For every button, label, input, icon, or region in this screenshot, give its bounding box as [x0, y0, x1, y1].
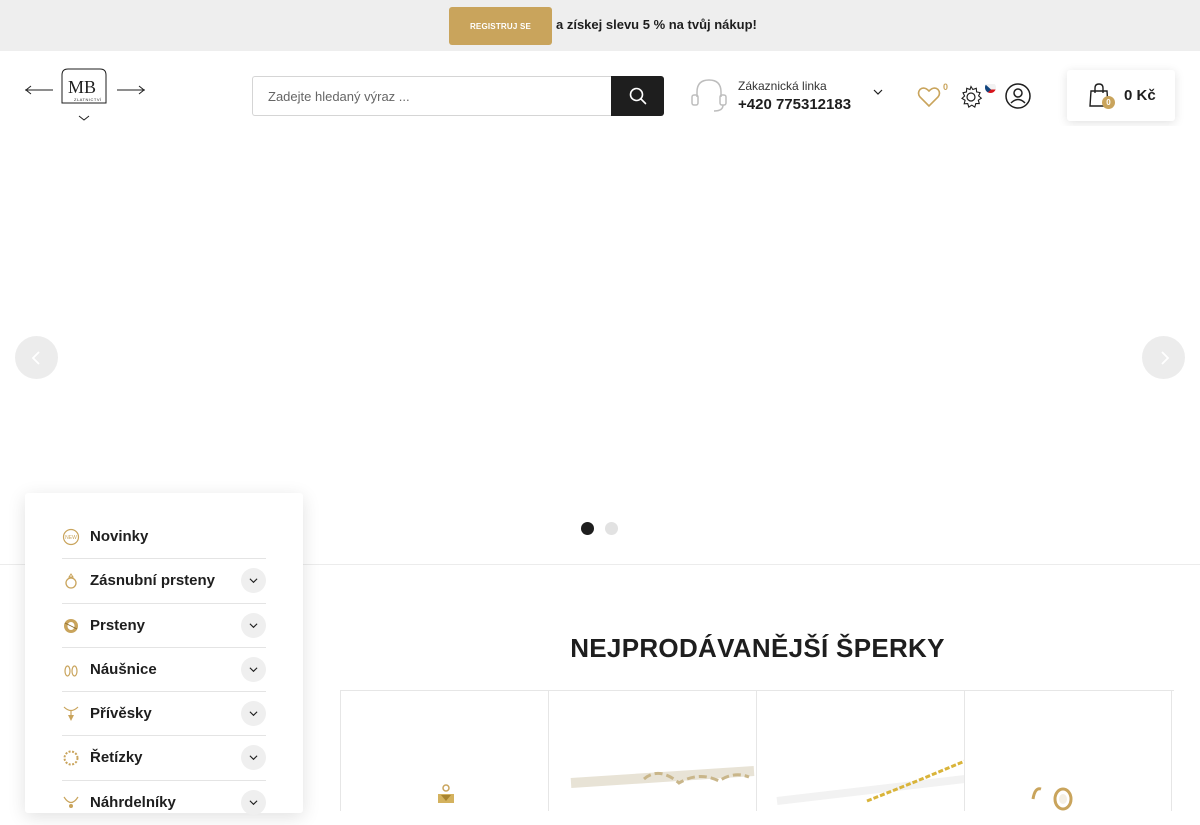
- expand-button[interactable]: [241, 701, 266, 727]
- chain-icon: [63, 750, 79, 766]
- menu-label: Přívěsky: [90, 705, 152, 723]
- new-icon: NEW: [62, 528, 80, 546]
- cart-total: 0 Kč: [1124, 87, 1156, 104]
- menu-label: Řetízky: [90, 749, 143, 767]
- menu-item-nausnice[interactable]: Náušnice: [62, 648, 266, 693]
- earrings-icon: [64, 665, 78, 677]
- chevron-down-icon: [249, 755, 258, 761]
- necklace-icon: [63, 796, 79, 808]
- chevron-down-icon: [249, 667, 258, 672]
- menu-item-prsteny[interactable]: Prsteny: [62, 604, 266, 648]
- gold-earring-image: [1031, 787, 1073, 811]
- slider-dot-2[interactable]: [605, 522, 618, 535]
- chevron-down-icon: [249, 800, 258, 805]
- promo-text: a získej slevu 5 % na tvůj nákup!: [556, 17, 757, 32]
- logo-text: MB: [68, 77, 97, 97]
- logo-subtext: ZLATNICTVÍ: [74, 97, 102, 102]
- expand-button[interactable]: [241, 612, 266, 638]
- customer-support[interactable]: Zákaznická linka +420 775312183: [690, 75, 890, 115]
- chevron-down-icon: [249, 578, 258, 584]
- product-card[interactable]: [756, 691, 965, 811]
- menu-label: Náhrdelníky: [90, 793, 176, 811]
- engagement-ring-icon: [65, 573, 77, 589]
- expand-button[interactable]: [241, 568, 266, 594]
- chevron-left-icon: [31, 350, 40, 365]
- cart-count-badge: 0: [1102, 96, 1115, 109]
- promo-bar: REGISTRUJ SE a získej slevu 5 % na tvůj …: [0, 0, 1200, 51]
- czech-flag-icon: [985, 82, 996, 93]
- menu-label: Novinky: [90, 528, 149, 545]
- menu-label: Prsteny: [90, 616, 146, 634]
- search-input[interactable]: [252, 76, 612, 116]
- menu-item-privesky[interactable]: Přívěsky: [62, 692, 266, 737]
- menu-item-retizky[interactable]: Řetízky: [62, 736, 266, 781]
- slider-dot-1[interactable]: [581, 522, 594, 535]
- white-gold-chain-image: [570, 766, 755, 788]
- chevron-down-icon: [249, 711, 258, 717]
- headset-icon: [691, 79, 727, 112]
- gold-chain-image: [776, 759, 965, 805]
- category-menu: NEW Novinky Zásnubní prsteny Prsteny Náu…: [25, 493, 303, 815]
- site-logo[interactable]: MB ZLATNICTVÍ: [25, 67, 145, 125]
- menu-item-zasnubni-prsteny[interactable]: Zásnubní prsteny: [62, 559, 266, 604]
- chevron-down-icon: [249, 622, 258, 628]
- product-grid: [340, 690, 1174, 811]
- settings-icon[interactable]: [959, 85, 983, 109]
- svg-text:NEW: NEW: [65, 535, 77, 541]
- site-header: MB ZLATNICTVÍ Zákaznická linka +420 7753…: [0, 51, 1200, 126]
- register-button[interactable]: REGISTRUJ SE: [449, 7, 552, 45]
- expand-button[interactable]: [241, 789, 266, 815]
- bestsellers-title: NEJPRODÁVANĚJŠÍ ŠPERKY: [570, 633, 945, 663]
- menu-label: Zásnubní prsteny: [90, 572, 216, 590]
- heart-icon[interactable]: [917, 86, 941, 108]
- chevron-right-icon: [1160, 350, 1169, 365]
- expand-button[interactable]: [241, 656, 266, 682]
- slider-next-button[interactable]: [1142, 336, 1185, 379]
- product-card[interactable]: [548, 691, 756, 811]
- chevron-down-icon: [873, 89, 883, 95]
- search-form: [252, 76, 664, 116]
- search-button[interactable]: [611, 76, 664, 116]
- search-icon: [629, 87, 646, 105]
- menu-item-novinky[interactable]: NEW Novinky: [62, 515, 266, 560]
- wishlist-count: 0: [943, 82, 949, 92]
- gold-pendant-image: [438, 784, 454, 803]
- pendant-icon: [63, 706, 79, 722]
- support-phone[interactable]: +420 775312183: [738, 96, 851, 113]
- product-card[interactable]: [964, 691, 1172, 811]
- product-card[interactable]: [340, 691, 548, 811]
- user-icon[interactable]: [1005, 83, 1031, 109]
- menu-label: Náušnice: [90, 660, 157, 678]
- ring-icon: [64, 618, 78, 633]
- slider-prev-button[interactable]: [15, 336, 58, 379]
- support-label: Zákaznická linka: [738, 79, 827, 93]
- menu-item-nahrdelniky[interactable]: Náhrdelníky: [62, 781, 266, 825]
- expand-button[interactable]: [241, 745, 266, 771]
- cart-button[interactable]: 0 0 Kč: [1067, 70, 1175, 121]
